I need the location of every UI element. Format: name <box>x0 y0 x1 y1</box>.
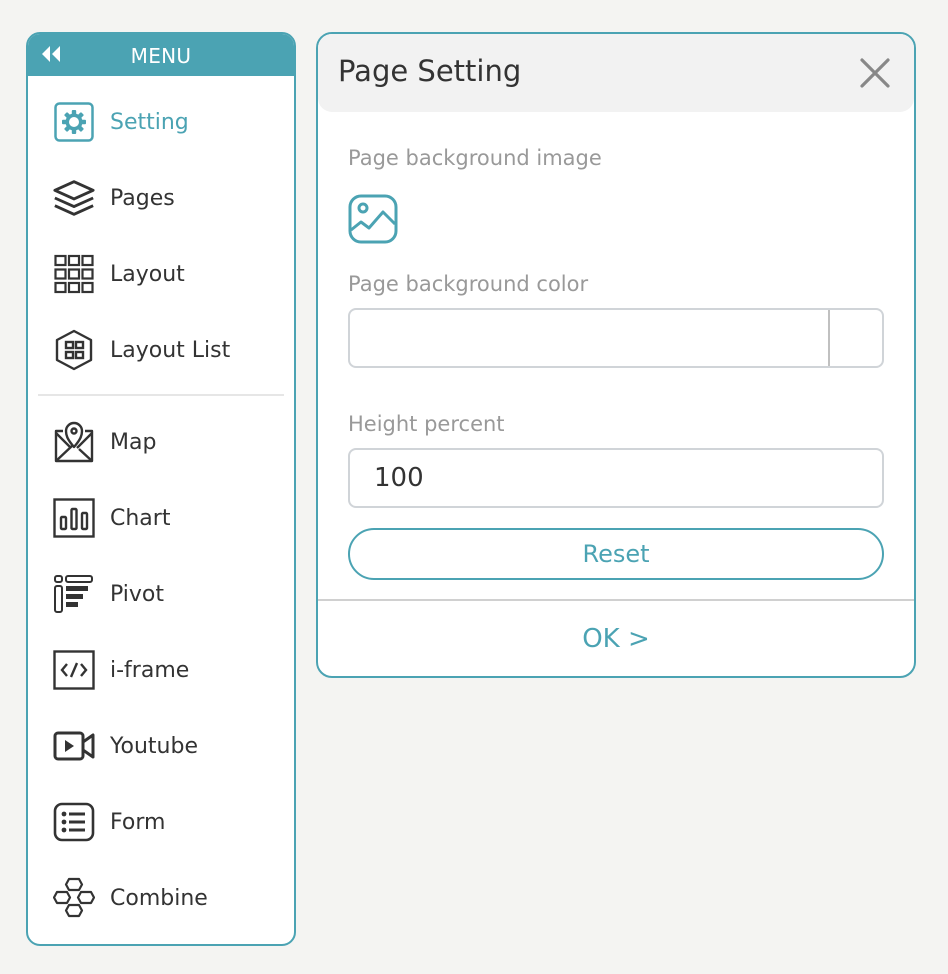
sidebar-item-pivot[interactable]: Pivot <box>52 572 164 616</box>
pivot-icon <box>52 572 96 616</box>
image-icon <box>348 194 398 244</box>
layers-icon <box>52 176 96 220</box>
page-setting-dialog: Page Setting Page background image Page … <box>316 32 916 678</box>
sidebar-item-combine[interactable]: Combine <box>52 876 208 920</box>
hexagons-icon <box>52 876 96 920</box>
sidebar-item-label: Form <box>110 809 166 835</box>
sidebar-item-label: Layout <box>110 261 185 287</box>
close-icon <box>860 58 890 88</box>
background-color-input[interactable] <box>350 310 830 366</box>
sidebar-item-label: Pages <box>110 185 175 211</box>
grid-icon <box>52 252 96 296</box>
close-button[interactable] <box>858 56 892 90</box>
map-pin-icon <box>52 420 96 464</box>
menu-header: MENU <box>28 34 294 76</box>
sidebar-item-label: Pivot <box>110 581 165 607</box>
sidebar-item-label: Setting <box>110 109 189 135</box>
dialog-header: Page Setting <box>318 34 914 112</box>
sidebar-menu: MENU Setting Pages Layout Layout List Ma… <box>26 32 296 946</box>
gear-icon <box>52 100 96 144</box>
sidebar-item-youtube[interactable]: Youtube <box>52 724 198 768</box>
sidebar-item-layout-list[interactable]: Layout List <box>52 328 230 372</box>
menu-divider <box>38 394 284 396</box>
background-image-label: Page background image <box>348 146 602 170</box>
sidebar-item-setting[interactable]: Setting <box>52 100 189 144</box>
color-swatch-button[interactable] <box>828 310 882 366</box>
ok-button[interactable]: OK > <box>318 601 914 676</box>
sidebar-item-layout[interactable]: Layout <box>52 252 185 296</box>
background-color-label: Page background color <box>348 272 589 296</box>
background-image-picker[interactable] <box>348 194 398 244</box>
height-percent-input[interactable] <box>348 448 884 508</box>
list-icon <box>52 800 96 844</box>
code-icon <box>52 648 96 692</box>
sidebar-item-label: i-frame <box>110 657 190 683</box>
sidebar-item-form[interactable]: Form <box>52 800 165 844</box>
video-icon <box>52 724 96 768</box>
sidebar-item-label: Layout List <box>110 337 231 363</box>
menu-title: MENU <box>130 44 192 68</box>
hexagon-grid-icon <box>52 328 96 372</box>
sidebar-item-label: Combine <box>110 885 208 911</box>
sidebar-item-pages[interactable]: Pages <box>52 176 175 220</box>
dialog-title: Page Setting <box>338 54 522 88</box>
sidebar-item-iframe[interactable]: i-frame <box>52 648 189 692</box>
sidebar-item-label: Youtube <box>110 733 198 759</box>
height-percent-label: Height percent <box>348 412 505 436</box>
sidebar-item-chart[interactable]: Chart <box>52 496 170 540</box>
background-color-field <box>348 308 884 368</box>
sidebar-item-map[interactable]: Map <box>52 420 156 464</box>
sidebar-item-label: Chart <box>110 505 171 531</box>
reset-button[interactable]: Reset <box>348 528 884 580</box>
bar-chart-icon <box>52 496 96 540</box>
sidebar-item-label: Map <box>110 429 157 455</box>
